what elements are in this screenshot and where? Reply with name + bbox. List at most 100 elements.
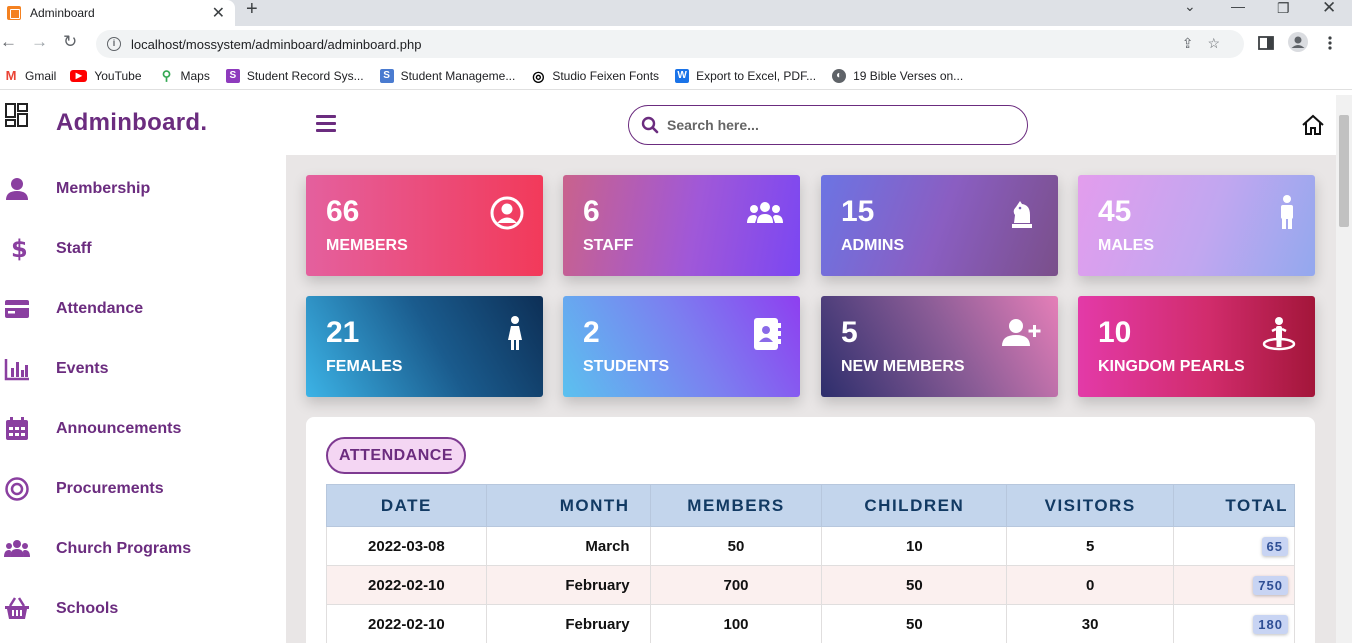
table-row[interactable]: 2022-02-10 February 700 50 0 750 xyxy=(326,565,1295,605)
page-scrollbar[interactable] xyxy=(1336,95,1352,643)
brand-title[interactable]: Adminboard. xyxy=(56,109,207,137)
sidebar-item-procurements[interactable]: Procurements xyxy=(0,469,286,509)
browser-tab[interactable]: Adminboard ✕ xyxy=(0,0,235,26)
bookmarks-bar: M Gmail ▶ YouTube ⚲ Maps S Student Recor… xyxy=(0,62,1352,90)
sidebar-item-label: Attendance xyxy=(56,300,144,317)
bookmark-label: YouTube xyxy=(94,68,142,83)
cell-visitors: 5 xyxy=(1006,526,1175,566)
chess-knight-icon xyxy=(1012,201,1032,228)
reload-icon[interactable]: ↻ xyxy=(63,32,77,52)
stat-card-females[interactable]: 21 FEMALES xyxy=(306,296,543,397)
cell-month: February xyxy=(485,565,651,605)
search-input[interactable] xyxy=(667,117,1007,133)
sidebar-item-label: Schools xyxy=(56,600,119,617)
person-booth-icon xyxy=(1262,317,1296,351)
bookmark-export[interactable]: W Export to Excel, PDF... xyxy=(675,68,817,83)
sidebar-item-announcements[interactable]: Announcements xyxy=(0,409,286,449)
attendance-button[interactable]: ATTENDANCE xyxy=(326,437,466,474)
forward-icon[interactable]: → xyxy=(31,32,48,52)
side-panel-icon[interactable] xyxy=(1258,35,1274,51)
column-header-date[interactable]: DATE xyxy=(326,484,487,527)
bookmark-maps[interactable]: ⚲ Maps xyxy=(160,68,210,83)
profile-avatar-icon[interactable] xyxy=(1288,32,1308,52)
bookmark-label: 19 Bible Verses on... xyxy=(853,68,964,83)
close-tab-icon[interactable]: ✕ xyxy=(212,3,225,23)
bookmark-star-icon[interactable]: ☆ xyxy=(1207,35,1234,51)
bookmark-label: Gmail xyxy=(25,68,57,83)
sidebar-item-label: Church Programs xyxy=(56,540,192,557)
sidebar-item-label: Events xyxy=(56,360,109,377)
attendance-table: DATE MONTH MEMBERS CHILDREN VISITORS TOT… xyxy=(326,484,1295,643)
stat-value: 10 xyxy=(1098,316,1132,349)
stat-value: 5 xyxy=(841,316,858,349)
sidebar-item-attendance[interactable]: Attendance xyxy=(0,289,286,329)
minimize-icon[interactable]: — xyxy=(1231,0,1245,14)
stat-value: 6 xyxy=(583,195,600,228)
bookmark-gmail[interactable]: M Gmail xyxy=(4,68,57,83)
column-header-visitors[interactable]: VISITORS xyxy=(1006,484,1175,527)
stat-value: 66 xyxy=(326,195,360,228)
bookmark-youtube[interactable]: ▶ YouTube xyxy=(70,68,142,83)
bar-chart-icon xyxy=(4,359,29,381)
close-window-icon[interactable]: ✕ xyxy=(1322,0,1336,18)
youtube-icon: ▶ xyxy=(70,69,88,82)
stat-card-new-members[interactable]: 5 NEW MEMBERS xyxy=(821,296,1058,397)
dollar-icon: $ xyxy=(11,236,28,262)
sidebar-item-schools[interactable]: Schools xyxy=(0,589,286,629)
cell-month: March xyxy=(485,526,651,566)
stat-card-kingdom-pearls[interactable]: 10 KINGDOM PEARLS xyxy=(1078,296,1315,397)
user-icon xyxy=(6,178,28,200)
page-content: Adminboard. Membership $ Staff Attendanc… xyxy=(0,95,1352,643)
bookmark-bible[interactable]: ◐ 19 Bible Verses on... xyxy=(832,68,964,83)
stat-card-staff[interactable]: 6 STAFF xyxy=(563,175,800,276)
new-tab-icon[interactable]: + xyxy=(246,0,258,19)
home-icon[interactable] xyxy=(1301,113,1325,137)
back-icon[interactable]: ← xyxy=(0,32,17,52)
stat-label: NEW MEMBERS xyxy=(841,358,965,375)
cell-total: 65 xyxy=(1173,526,1295,566)
stat-card-students[interactable]: 2 STUDENTS xyxy=(563,296,800,397)
site-info-icon[interactable]: i xyxy=(107,37,121,51)
bookmark-label: Export to Excel, PDF... xyxy=(696,68,817,83)
sidebar-item-label: Staff xyxy=(56,240,92,257)
browser-tab-bar: Adminboard ✕ + ⌄ — ❐ ✕ xyxy=(0,0,1352,26)
column-header-members[interactable]: MEMBERS xyxy=(649,484,823,527)
column-header-children[interactable]: CHILDREN xyxy=(821,484,1008,527)
stat-card-members[interactable]: 66 MEMBERS xyxy=(306,175,543,276)
url-text[interactable]: localhost/mossystem/adminboard/adminboar… xyxy=(131,37,422,52)
menu-kebab-icon[interactable] xyxy=(1326,35,1334,51)
bookmark-label: Student Manageme... xyxy=(400,68,516,83)
cell-date: 2022-02-10 xyxy=(326,565,487,605)
hamburger-menu-icon[interactable] xyxy=(316,115,336,133)
stat-value: 2 xyxy=(583,316,600,349)
table-row[interactable]: 2022-03-08 March 50 10 5 65 xyxy=(326,526,1295,566)
stat-label: FEMALES xyxy=(326,358,403,375)
bookmark-student-record[interactable]: S Student Record Sys... xyxy=(225,68,364,83)
address-bar-row: ← → ↻ i localhost/mossystem/adminboard/a… xyxy=(0,26,1352,62)
sidebar-item-church-programs[interactable]: Church Programs xyxy=(0,529,286,569)
tab-search-chevron-icon[interactable]: ⌄ xyxy=(1184,0,1196,15)
bookmark-feixen[interactable]: ◎ Studio Feixen Fonts xyxy=(531,69,659,83)
bookmark-student-management[interactable]: S Student Manageme... xyxy=(379,68,516,83)
users-icon xyxy=(747,202,783,223)
stat-card-males[interactable]: 45 MALES xyxy=(1078,175,1315,276)
cell-children: 50 xyxy=(821,565,1008,605)
sidebar-item-membership[interactable]: Membership xyxy=(0,169,286,209)
cell-date: 2022-03-08 xyxy=(326,526,487,566)
table-header-row: DATE MONTH MEMBERS CHILDREN VISITORS TOT… xyxy=(326,484,1295,527)
column-header-total[interactable]: TOTAL xyxy=(1173,484,1295,527)
scrollbar-thumb[interactable] xyxy=(1339,115,1349,227)
search-box[interactable] xyxy=(628,105,1028,145)
total-badge: 65 xyxy=(1261,536,1288,556)
table-row[interactable]: 2022-02-10 February 100 50 30 180 xyxy=(326,604,1295,643)
column-header-month[interactable]: MONTH xyxy=(485,484,651,527)
users-icon xyxy=(4,540,30,557)
stat-label: MEMBERS xyxy=(326,237,408,254)
sidebar-item-events[interactable]: Events xyxy=(0,349,286,389)
stat-card-admins[interactable]: 15 ADMINS xyxy=(821,175,1058,276)
restore-icon[interactable]: ❐ xyxy=(1277,0,1290,17)
url-omnibox[interactable]: i localhost/mossystem/adminboard/adminbo… xyxy=(96,30,1244,58)
share-icon[interactable]: ⇪ xyxy=(1182,35,1208,51)
male-icon xyxy=(1281,195,1293,229)
sidebar-item-staff[interactable]: $ Staff xyxy=(0,229,286,269)
